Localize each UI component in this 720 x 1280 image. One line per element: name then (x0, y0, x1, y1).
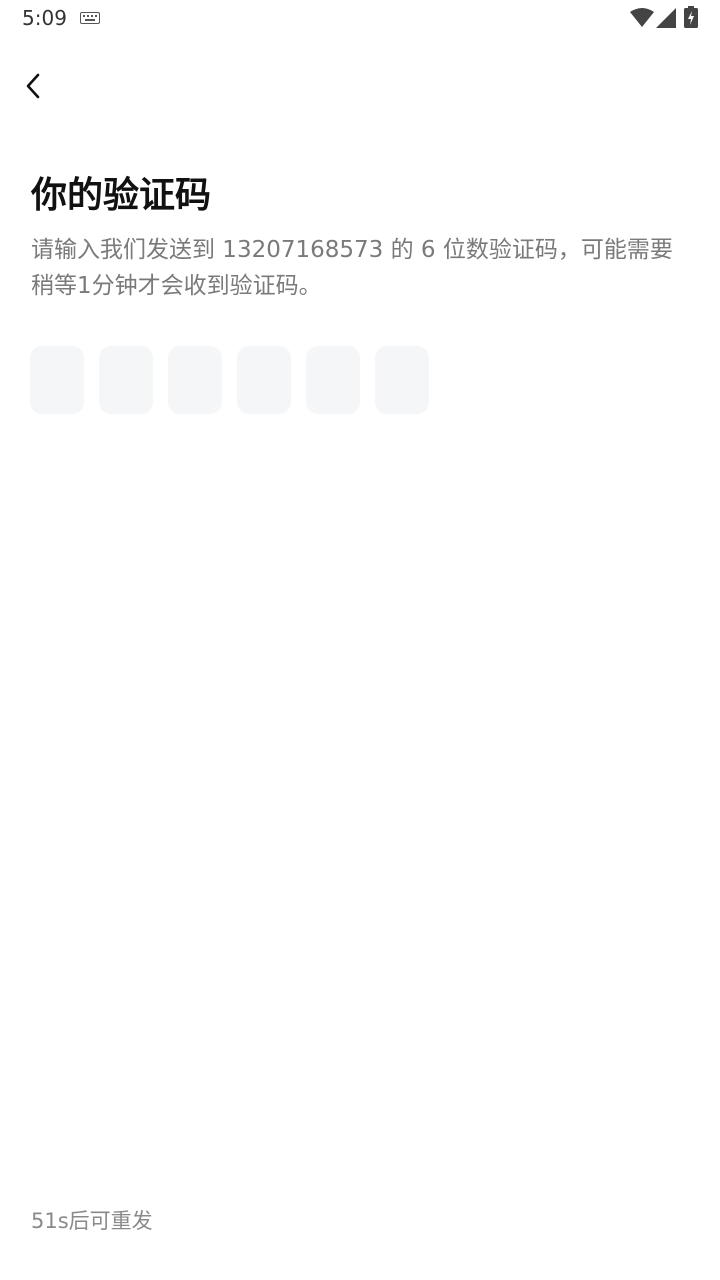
status-time: 5:09 (22, 6, 67, 30)
page-title: 你的验证码 (31, 175, 212, 216)
signal-icon (656, 8, 676, 28)
chevron-left-icon (26, 73, 40, 99)
code-digit-box[interactable] (237, 346, 291, 414)
instruction-text: 请输入我们发送到 13207168573 的 6 位数验证码，可能需要稍等1分钟… (31, 237, 673, 299)
resend-countdown: 51s后可重发 (31, 1209, 153, 1233)
back-button[interactable] (14, 66, 54, 106)
code-digit-box[interactable] (375, 346, 429, 414)
status-bar: 5:09 (0, 0, 720, 36)
code-digit-box[interactable] (306, 346, 360, 414)
code-digit-box[interactable] (99, 346, 153, 414)
code-digit-box[interactable] (168, 346, 222, 414)
wifi-icon (630, 8, 654, 27)
code-digit-box[interactable] (30, 346, 84, 414)
keyboard-icon (80, 12, 100, 24)
battery-charging-icon (684, 6, 698, 28)
verification-code-input (30, 346, 429, 414)
